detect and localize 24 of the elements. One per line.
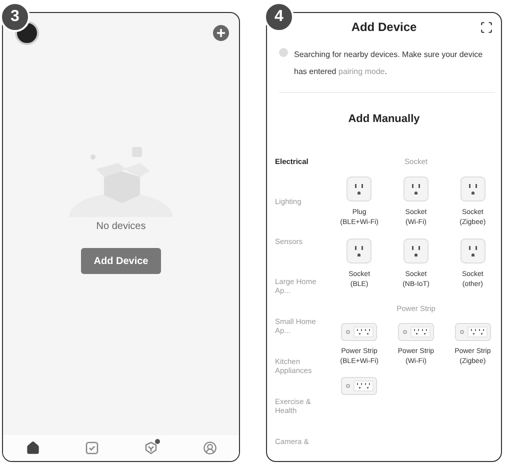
scan-button[interactable] [480,21,493,34]
power-strip-icon [454,323,491,341]
socket-icon [460,176,486,202]
power-strip-icon [398,323,434,341]
step-badge: 4 [264,2,294,32]
socket-icon [460,238,486,264]
step-badge: 3 [0,2,30,32]
socket-icon [346,176,372,202]
loading-icon [279,48,288,57]
power-strip-icon [341,377,378,395]
screen-title: Add Device [351,20,417,34]
socket-icon [402,238,429,264]
check-square-icon [84,441,98,455]
power-strip-icon [341,323,378,341]
socket-icon [402,176,429,202]
search-message: Searching for nearby devices. Make sure your device has entered pairing mode. [294,49,484,78]
home-icon [26,441,40,455]
section-title: Add Manually [347,113,421,125]
hexagon-icon [144,441,158,455]
user-icon [202,441,216,455]
empty-message: No devices [96,221,146,232]
socket-icon [346,238,372,264]
add-device-button[interactable]: Add Device [81,248,161,274]
add-icon[interactable] [213,25,229,41]
